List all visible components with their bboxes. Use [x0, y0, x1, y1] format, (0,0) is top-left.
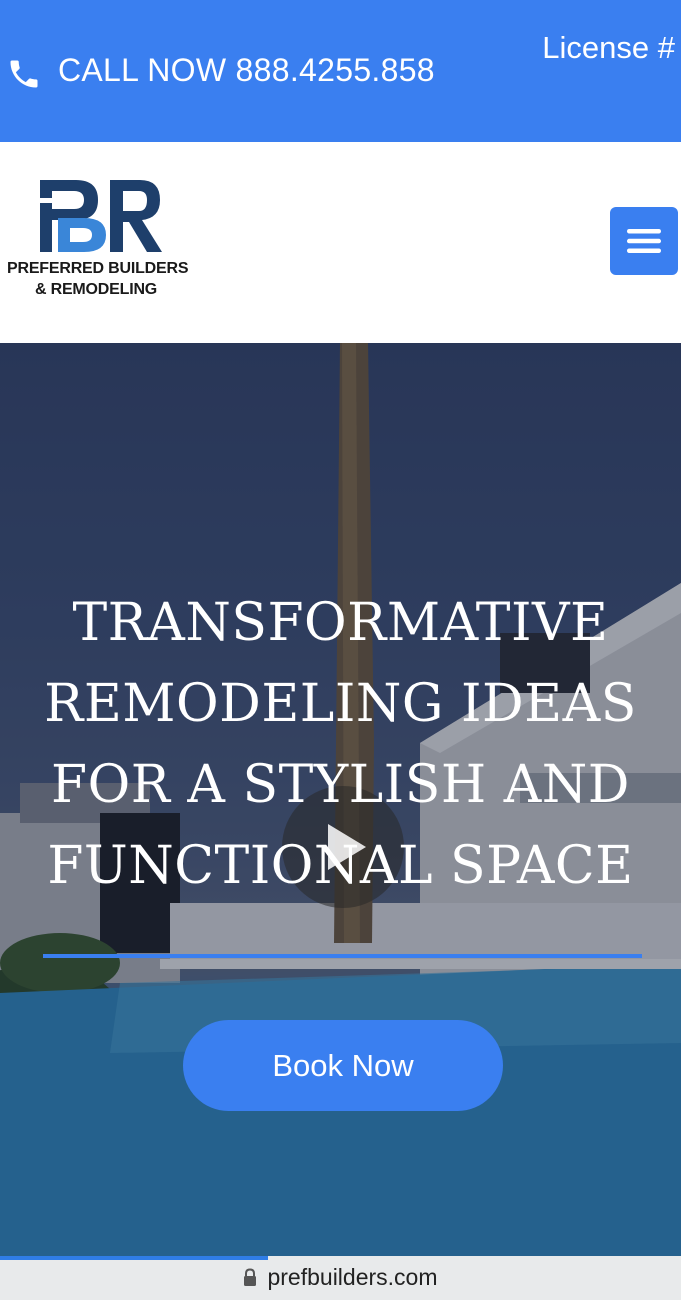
headline-line: REMODELING IDEAS	[44, 674, 637, 734]
call-now-link[interactable]: CALL NOW 888.4255.858	[58, 52, 435, 89]
hero-headline: TRANSFORMATIVE REMODELING IDEAS FOR A ST…	[40, 583, 641, 907]
logo-text-line1: PREFERRED BUILDERS	[7, 260, 189, 277]
site-header: PREFERRED BUILDERS & REMODELING	[0, 142, 681, 343]
hamburger-icon	[627, 229, 661, 253]
license-text: License #	[542, 30, 675, 65]
brand-logo[interactable]: PREFERRED BUILDERS & REMODELING	[6, 178, 196, 298]
lock-icon	[244, 1268, 257, 1286]
page-load-progress	[0, 1256, 268, 1260]
url-text: prefbuilders.com	[267, 1264, 438, 1290]
hero-section: TRANSFORMATIVE REMODELING IDEAS FOR A ST…	[0, 343, 681, 1256]
top-contact-bar: CALL NOW 888.4255.858 License #	[0, 0, 681, 142]
url-display[interactable]: prefbuilders.com	[0, 1264, 681, 1291]
menu-button[interactable]	[610, 207, 678, 275]
headline-line: TRANSFORMATIVE	[72, 593, 609, 653]
browser-address-bar: prefbuilders.com	[0, 1256, 681, 1300]
logo-text-line2: & REMODELING	[35, 281, 158, 298]
headline-line: FOR A STYLISH AND	[51, 755, 630, 815]
hero-divider	[43, 954, 642, 958]
book-now-button[interactable]: Book Now	[183, 1020, 503, 1111]
pbr-monogram	[36, 180, 162, 252]
headline-line: FUNCTIONAL SPACE	[47, 836, 634, 896]
phone-icon[interactable]	[6, 56, 42, 92]
